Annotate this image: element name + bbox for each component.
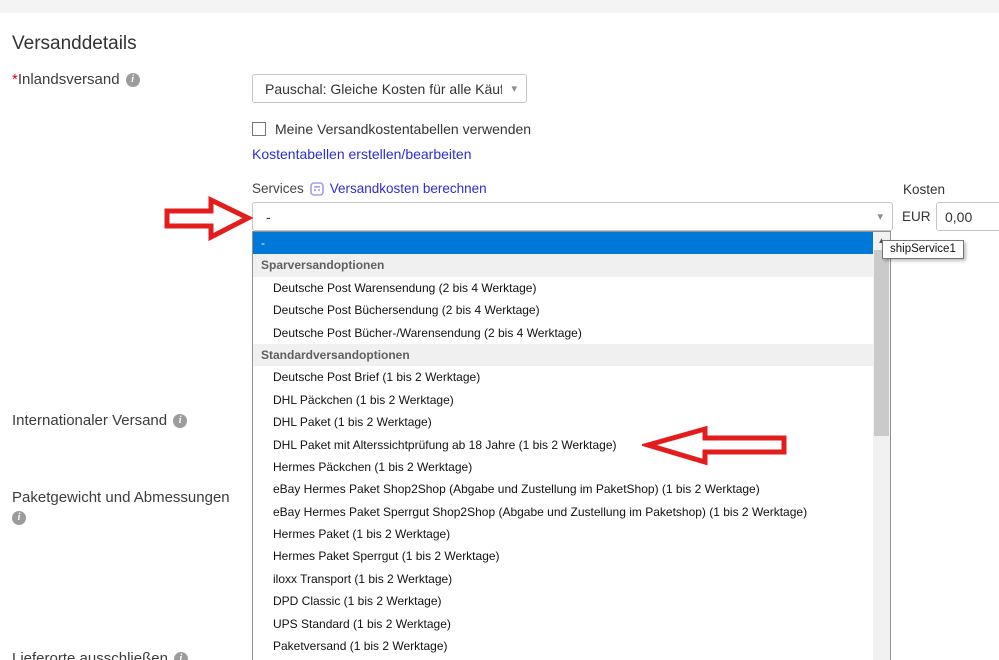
currency-label: EUR <box>902 202 931 231</box>
international-shipping-label: Internationaler Versand i <box>12 412 187 429</box>
rate-tables-checkbox-label: Meine Versandkostentabellen verwenden <box>275 121 531 137</box>
services-label: Services <box>252 181 304 196</box>
info-icon[interactable]: i <box>174 652 188 660</box>
exclude-locations-label: Lieferorte ausschließen i <box>12 650 188 660</box>
services-dropdown-list: -SparversandoptionenDeutsche Post Warens… <box>252 231 891 660</box>
dropdown-option-selected[interactable]: - <box>253 232 873 254</box>
cost-input[interactable] <box>936 202 999 231</box>
dropdown-option[interactable]: Deutsche Post Büchersendung (2 bis 4 Wer… <box>253 299 873 321</box>
chevron-down-icon: ▾ <box>502 82 526 95</box>
ship-service-tooltip: shipService1 <box>882 240 964 259</box>
dropdown-option[interactable]: DPD Classic (1 bis 2 Werktage) <box>253 590 873 612</box>
dropdown-option[interactable]: UPS Standard (1 bis 2 Werktage) <box>253 613 873 635</box>
domestic-shipping-type-select[interactable]: Pauschal: Gleiche Kosten für alle Käufer… <box>252 74 527 103</box>
top-bar <box>0 0 999 13</box>
dropdown-option[interactable]: iloxx Transport (1 bis 2 Werktage) <box>253 568 873 590</box>
info-icon[interactable]: i <box>12 511 26 525</box>
use-rate-tables-row: Meine Versandkostentabellen verwenden <box>252 121 531 137</box>
dropdown-option[interactable]: Hermes Paket Sperrgut (1 bis 2 Werktage) <box>253 545 873 567</box>
domestic-shipping-type-value: Pauschal: Gleiche Kosten für alle Käufer <box>253 81 502 97</box>
scrollbar-thumb[interactable] <box>874 250 889 436</box>
services-selected-value: - <box>253 209 868 225</box>
annotation-arrow-left-icon <box>642 425 788 466</box>
dropdown-option[interactable]: Deutsche Post Warensendung (2 bis 4 Werk… <box>253 277 873 299</box>
services-row: Services Versandkosten berechnen <box>252 181 487 196</box>
dropdown-scrollbar[interactable]: ▲ <box>873 232 890 660</box>
domestic-shipping-label: *Inlandsversand i <box>12 71 140 88</box>
dropdown-option[interactable]: Deutsche Post Bücher-/Warensendung (2 bi… <box>253 322 873 344</box>
calculator-icon <box>310 182 324 196</box>
annotation-arrow-right-icon <box>163 195 253 243</box>
shipping-details-page: Versanddetails *Inlandsversand i Pauscha… <box>0 0 999 660</box>
rate-tables-link[interactable]: Kostentabellen erstellen/bearbeiten <box>252 146 472 162</box>
page-title: Versanddetails <box>12 33 137 55</box>
info-icon[interactable]: i <box>173 414 187 428</box>
package-weight-label: Paketgewicht und Abmessungen i <box>12 489 262 525</box>
chevron-down-icon: ▾ <box>868 210 892 223</box>
dropdown-option[interactable]: Deutsche Post Brief (1 bis 2 Werktage) <box>253 366 873 388</box>
dropdown-option[interactable]: eBay Hermes Paket Sperrgut Shop2Shop (Ab… <box>253 501 873 523</box>
dropdown-option[interactable]: Paketversand (1 bis 2 Werktage) <box>253 635 873 657</box>
dropdown-group-header: Standardversandoptionen <box>253 344 873 366</box>
services-select[interactable]: - ▾ <box>252 202 893 231</box>
dropdown-option[interactable]: Hermes Paket (1 bis 2 Werktage) <box>253 523 873 545</box>
rate-tables-checkbox[interactable] <box>252 122 266 136</box>
cost-column-label: Kosten <box>903 182 945 197</box>
dropdown-option[interactable]: eBay Hermes Paket Shop2Shop (Abgabe und … <box>253 478 873 500</box>
dropdown-option[interactable]: DHL Päckchen (1 bis 2 Werktage) <box>253 389 873 411</box>
dropdown-group-header: Sparversandoptionen <box>253 254 873 276</box>
info-icon[interactable]: i <box>126 73 140 87</box>
calculate-shipping-link[interactable]: Versandkosten berechnen <box>330 181 487 196</box>
